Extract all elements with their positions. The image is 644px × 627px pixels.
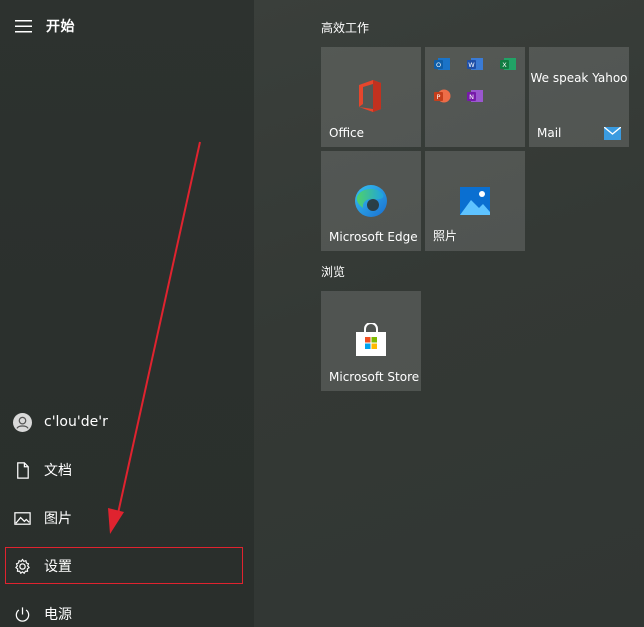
start-header: 开始: [0, 8, 254, 44]
start-title: 开始: [46, 19, 75, 35]
tile-photos[interactable]: 照片: [425, 151, 525, 251]
mail-envelope-icon: [604, 127, 621, 140]
settings-highlight-annotation: [5, 547, 243, 584]
onenote-icon: N: [467, 90, 483, 102]
svg-text:W: W: [468, 61, 475, 69]
tile-mail[interactable]: We speak Yahoo Mail: [529, 47, 629, 147]
tile-photos-label: 照片: [433, 229, 458, 243]
picture-icon: [13, 511, 31, 525]
group-label-productivity: 高效工作: [321, 21, 370, 35]
power-label: 电源: [44, 607, 72, 623]
tile-store[interactable]: Microsoft Store: [321, 291, 421, 391]
tile-edge[interactable]: Microsoft Edge: [321, 151, 421, 251]
mail-promo-text: We speak Yahoo: [530, 71, 628, 85]
store-bag-icon: [356, 323, 386, 356]
power-icon: [15, 606, 29, 622]
user-name: c'lou'de'r: [44, 414, 108, 430]
tile-mail-label: Mail: [537, 126, 562, 140]
user-avatar-icon: [12, 412, 32, 432]
tile-edge-label: Microsoft Edge: [329, 230, 418, 244]
tile-office[interactable]: Office: [321, 47, 421, 147]
tiles-pane: 高效工作 Office O W X P N We speak Yahoo Mai…: [254, 0, 644, 627]
rail-item-pictures[interactable]: 图片: [0, 498, 254, 538]
start-menu-rail: 开始 c'lou'de'r 文档 图片 设置 电源: [0, 0, 254, 627]
office-icon: [359, 80, 381, 112]
documents-label: 文档: [44, 463, 72, 479]
tile-office-label: Office: [329, 126, 365, 140]
rail-item-user[interactable]: c'lou'de'r: [0, 402, 254, 442]
hamburger-icon: [14, 19, 32, 32]
rail-item-documents[interactable]: 文档: [0, 450, 254, 490]
svg-text:P: P: [437, 93, 441, 101]
hamburger-menu-button[interactable]: [0, 8, 46, 44]
word-icon: W: [467, 58, 483, 70]
svg-text:X: X: [502, 61, 507, 69]
edge-icon: [355, 185, 387, 217]
svg-text:N: N: [469, 93, 474, 101]
outlook-icon: O: [434, 58, 450, 70]
tile-office-apps-folder[interactable]: O W X P N: [425, 47, 525, 147]
pictures-label: 图片: [44, 511, 72, 527]
excel-icon: X: [500, 58, 516, 70]
tile-store-label: Microsoft Store: [329, 370, 420, 384]
document-icon: [16, 461, 29, 479]
photos-icon: [460, 187, 490, 215]
svg-text:O: O: [436, 61, 441, 69]
group-label-browse: 浏览: [321, 265, 346, 279]
rail-item-power[interactable]: 电源: [0, 594, 254, 627]
powerpoint-icon: P: [434, 89, 451, 103]
